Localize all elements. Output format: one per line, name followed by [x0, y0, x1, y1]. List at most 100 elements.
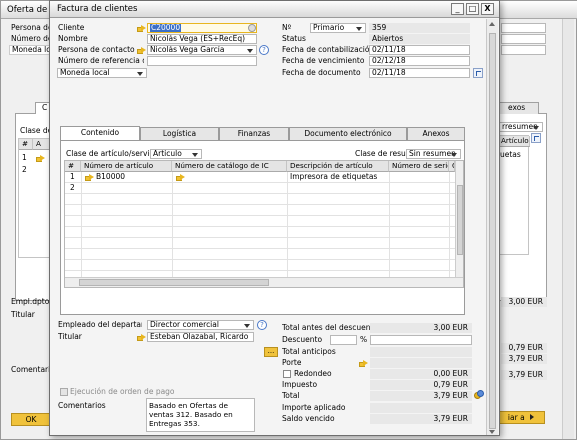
background-total-1: 3,00 EUR [501, 297, 547, 307]
cfl-icon[interactable] [248, 24, 256, 32]
importe-aplicado-label: Importe aplicado [282, 403, 346, 412]
total-anticipos-label: Total anticipos [282, 347, 336, 356]
fecha-contabilizacion-label: Fecha de contabilización [282, 45, 375, 54]
link-arrow-icon[interactable] [85, 174, 94, 181]
descuento-amount-input[interactable] [370, 335, 472, 345]
link-arrow-icon[interactable] [36, 155, 45, 162]
item-number-cell[interactable]: B10000 [96, 172, 125, 182]
total-label: Total [282, 391, 300, 400]
table-row[interactable]: 1 B10000 Impresora de etiquetas [65, 172, 455, 183]
background-right-field-3[interactable] [501, 45, 546, 55]
maximize-button[interactable]: □ [466, 3, 479, 15]
close-button[interactable]: X [481, 3, 494, 15]
porte-value [370, 358, 472, 368]
link-arrow-icon[interactable] [359, 360, 368, 367]
background-resumen-dropdown[interactable]: rresumen [499, 122, 543, 132]
grid-header-descripcion[interactable]: Descripción de artículo [287, 161, 389, 172]
checkbox-redondeo[interactable] [283, 370, 291, 378]
tab-documento-electronico[interactable]: Documento electrónico [289, 127, 407, 140]
background-tab-label: C [42, 103, 48, 112]
background-total-4: 3,79 EUR [501, 370, 547, 380]
invoice-window: Factura de clientes _ □ X Cliente C20000… [49, 0, 500, 436]
serie-dropdown[interactable]: Primario [310, 23, 366, 33]
grid-header-numero-serie[interactable]: Número de serie [389, 161, 449, 172]
checkbox-ejecucion[interactable] [60, 388, 68, 396]
scroll-up-arrow-icon[interactable] [489, 22, 495, 26]
background-right-grid-header: Artículo [498, 136, 530, 147]
nombre-label: Nombre [58, 34, 88, 43]
comentarios-textarea[interactable]: Basado en Ofertas de ventas 312. Basado … [146, 398, 255, 432]
minimize-button[interactable]: _ [451, 3, 464, 15]
background-grid-header-hash: # [19, 139, 33, 150]
clase-articulo-dropdown[interactable]: Artículo [150, 149, 202, 159]
background-right-field-2[interactable] [501, 34, 546, 44]
currency-coins-icon[interactable] [474, 390, 484, 401]
expand-icon[interactable] [531, 133, 541, 143]
link-arrow-icon[interactable] [176, 174, 185, 181]
fecha-documento-input[interactable]: 02/11/18 [369, 68, 470, 78]
cliente-input[interactable]: C20000 [147, 23, 257, 33]
background-field-moneda[interactable]: Moneda local [9, 45, 53, 55]
background-grid: # A 1 2 [18, 138, 53, 258]
total-antes-value: 3,00 EUR [370, 323, 472, 333]
grid-header-numero-articulo[interactable]: Número de artículo [81, 161, 172, 172]
tab-strip: Contenido Logística Finanzas Documento e… [60, 126, 465, 141]
tab-contenido[interactable]: Contenido [60, 126, 140, 140]
tab-anexos[interactable]: Anexos [407, 127, 465, 140]
background-scrollbar[interactable] [562, 19, 574, 439]
scroll-thumb[interactable] [489, 33, 496, 429]
nombre-input[interactable]: Nicolás Vega (ES+RecEq) [147, 34, 257, 44]
ok-button[interactable]: OK [11, 413, 51, 426]
ejecucion-label: Ejecución de orden de pago [70, 387, 175, 396]
grid-header-catalogo[interactable]: Número de catálogo de IC [172, 161, 287, 172]
help-icon[interactable]: ? [259, 45, 269, 55]
description-cell[interactable]: Impresora de etiquetas [290, 172, 377, 182]
link-arrow-icon[interactable] [137, 47, 146, 54]
tab-content-panel: Clase de artículo/servicio Artículo Clas… [60, 140, 465, 315]
background-right-field-1[interactable] [501, 23, 546, 33]
saldo-vencido-label: Saldo vencido [282, 414, 335, 423]
link-arrow-icon[interactable] [137, 334, 146, 341]
tab-logistica[interactable]: Logística [140, 127, 219, 140]
redondeo-value: 0,00 EUR [370, 369, 472, 379]
copy-to-button[interactable]: iar a [497, 411, 545, 424]
titular-input[interactable]: Esteban Olazabal, Ricardo [147, 332, 254, 342]
background-empl-label: Empl.dpto. [11, 297, 52, 306]
moneda-dropdown[interactable]: Moneda local [57, 68, 147, 78]
redondeo-label: Redondeo [294, 369, 332, 378]
grid-horizontal-scrollbar[interactable] [65, 277, 463, 287]
scroll-thumb[interactable] [457, 185, 463, 255]
empleado-dropdown[interactable]: Director comercial [147, 320, 254, 330]
scroll-thumb[interactable] [79, 279, 269, 286]
background-grid-row-2: 2 [22, 165, 27, 174]
background-titular-label: Titular [11, 310, 35, 319]
table-row[interactable]: 2 [65, 183, 455, 194]
background-tab-anexos[interactable]: exos [495, 102, 539, 114]
tab-finanzas[interactable]: Finanzas [219, 127, 289, 140]
help-icon[interactable]: ? [257, 320, 267, 330]
expand-icon[interactable] [473, 68, 483, 78]
grid-vertical-scrollbar[interactable] [455, 161, 463, 277]
descuento-label: Descuento [282, 335, 323, 344]
fecha-vencimiento-input[interactable]: 02/12/18 [369, 56, 470, 66]
descuento-pct-input[interactable] [330, 335, 357, 345]
clase-articulo-label: Clase de artículo/servicio [66, 149, 161, 158]
link-arrow-icon[interactable] [137, 25, 146, 32]
numero-label: Nº [282, 23, 292, 32]
fecha-contabilizacion-input[interactable]: 02/11/18 [369, 45, 470, 55]
window-vertical-scrollbar[interactable] [486, 19, 498, 435]
anticipos-button[interactable]: ... [264, 347, 278, 357]
impuesto-value: 0,79 EUR [370, 380, 472, 390]
status-value: Abiertos [369, 34, 470, 44]
row-number: 1 [70, 172, 75, 181]
referencia-input[interactable] [147, 56, 257, 66]
clase-resumen-dropdown[interactable]: Sin resumen [406, 149, 461, 159]
coin-shape [477, 390, 484, 397]
persona-contacto-dropdown[interactable]: Nicolás Vega García [147, 45, 257, 55]
background-right-grid: Artículo uetas [497, 135, 530, 255]
row-number: 2 [70, 183, 75, 192]
background-window-title: Oferta de [7, 5, 48, 15]
scroll-down-arrow-icon[interactable] [489, 430, 495, 434]
grid-header-hash[interactable]: # [65, 161, 81, 172]
status-label: Status [282, 34, 306, 43]
